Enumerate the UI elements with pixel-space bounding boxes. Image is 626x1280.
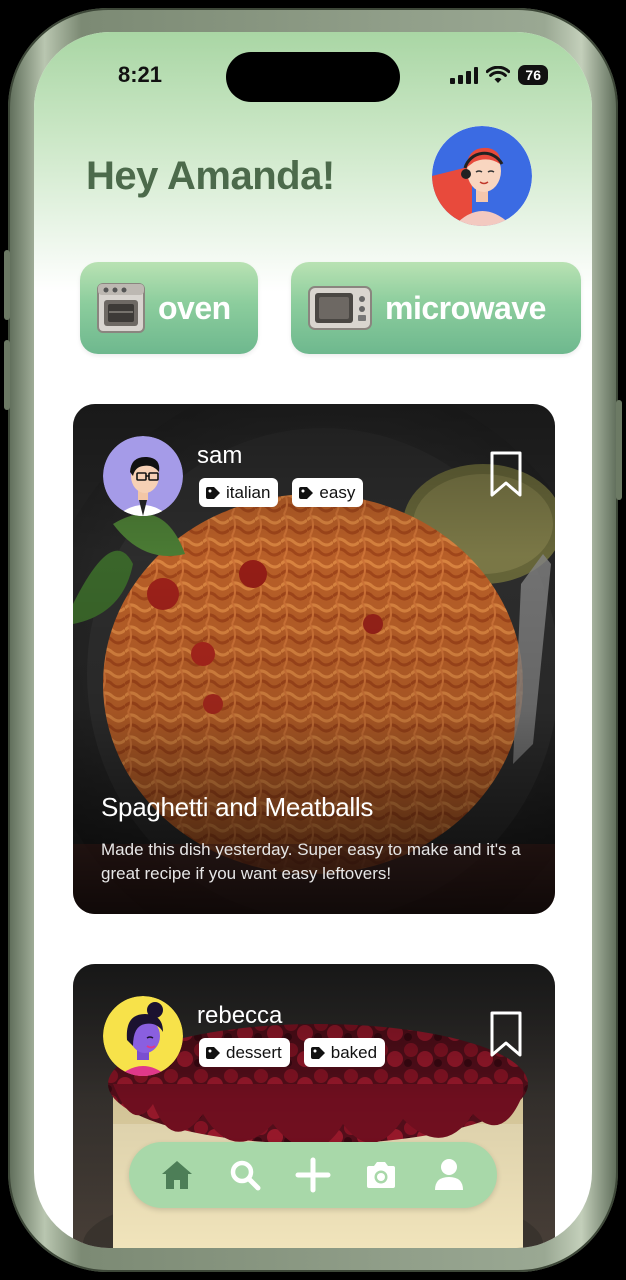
recipe-description: Made this dish yesterday. Super easy to …	[101, 840, 521, 883]
recipe-title: Spaghetti and Meatballs	[101, 792, 374, 822]
tab-home[interactable]	[157, 1155, 197, 1195]
tag-label: baked	[330, 1042, 378, 1062]
oven-icon	[97, 283, 145, 333]
cellular-signal-icon	[450, 66, 479, 84]
bookmark-icon[interactable]	[489, 450, 523, 498]
tag-label: dessert	[226, 1042, 282, 1062]
tag-italian[interactable]: italian	[199, 478, 279, 507]
status-indicators: 76	[450, 65, 548, 85]
tag-label: italian	[226, 482, 271, 502]
home-icon	[162, 1161, 192, 1189]
post-author[interactable]: sam	[197, 442, 242, 470]
woman-purple-avatar[interactable]	[103, 996, 183, 1076]
tag-list: italian easy	[199, 478, 364, 507]
tag-easy[interactable]: easy	[292, 478, 364, 507]
camera-icon	[367, 1162, 395, 1188]
volume-button	[4, 250, 10, 320]
tag-label: easy	[319, 482, 356, 502]
battery-indicator: 76	[518, 65, 548, 85]
profile-icon	[435, 1159, 463, 1190]
tag-list: dessert baked	[199, 1038, 386, 1067]
tag-icon	[206, 486, 220, 499]
microwave-label: microwave	[385, 289, 546, 326]
woman-with-headset-avatar[interactable]	[432, 126, 532, 226]
plus-icon	[295, 1157, 331, 1193]
oven-label: oven	[158, 289, 231, 326]
app-screen: 8:21 76 Hey Amanda! oven microwave sam i…	[34, 32, 592, 1248]
power-button	[616, 400, 622, 500]
bottom-tab-bar	[129, 1142, 497, 1208]
tag-icon	[206, 1046, 220, 1059]
volume-button	[4, 340, 10, 410]
oven-button[interactable]: oven	[80, 262, 258, 354]
dynamic-island	[226, 52, 400, 102]
man-with-glasses-avatar[interactable]	[103, 436, 183, 516]
tag-dessert[interactable]: dessert	[199, 1038, 290, 1067]
search-icon	[230, 1160, 261, 1191]
post-author[interactable]: rebecca	[197, 1002, 282, 1030]
status-time: 8:21	[118, 62, 163, 87]
bookmark-icon[interactable]	[489, 1010, 523, 1058]
tab-search[interactable]	[225, 1155, 265, 1195]
microwave-icon	[308, 286, 372, 330]
microwave-button[interactable]: microwave	[291, 262, 581, 354]
greeting-title: Hey Amanda!	[86, 154, 335, 198]
tag-baked[interactable]: baked	[303, 1038, 386, 1067]
tab-camera[interactable]	[361, 1155, 401, 1195]
tab-profile[interactable]	[429, 1155, 469, 1195]
wifi-icon	[486, 66, 511, 83]
tab-add[interactable]	[293, 1155, 333, 1195]
tag-icon	[310, 1046, 325, 1059]
recipe-card[interactable]: sam italian easy Spaghetti and Meatballs…	[73, 404, 555, 914]
tag-icon	[299, 486, 314, 499]
